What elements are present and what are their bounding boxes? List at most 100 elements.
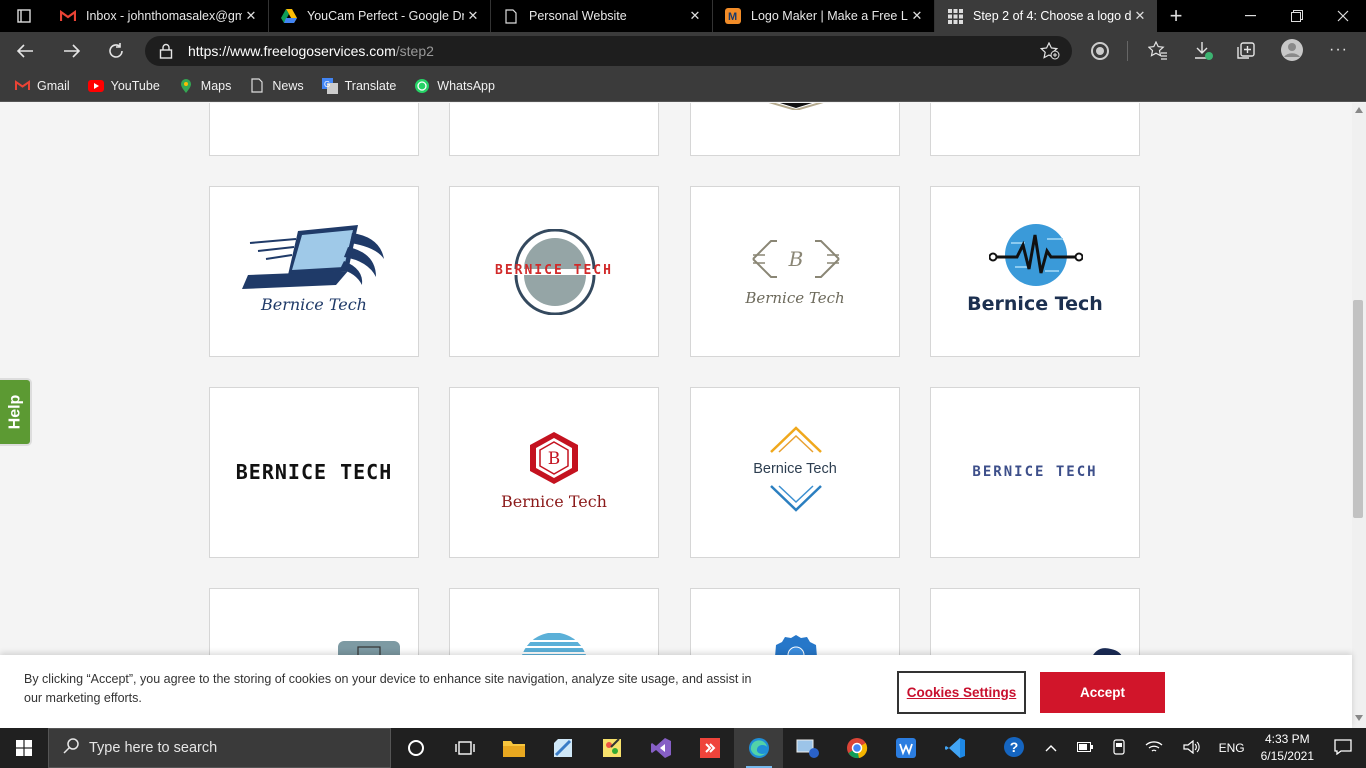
close-icon[interactable]: ✕ [1131,8,1149,24]
logo-card-monogram[interactable]: B Bernice Tech [690,186,900,357]
profile-avatar-icon[interactable] [1280,38,1304,65]
visual-studio-icon[interactable] [636,728,685,768]
logo-gallery: Bernice Tech BERNICE TECH B Bernice Tech… [0,103,1352,728]
add-favorite-icon[interactable] [1039,41,1060,63]
hexagon-logo-icon: B [530,432,578,484]
taskbar-search[interactable]: Type here to search [48,728,391,768]
search-icon [63,738,79,758]
chevron-down-logo-icon [770,485,822,512]
vscode-icon[interactable] [930,728,979,768]
close-icon[interactable]: ✕ [242,8,260,24]
paint-icon[interactable] [587,728,636,768]
accept-button[interactable]: Accept [1040,672,1165,713]
restore-icon[interactable] [1274,0,1320,32]
google-drive-icon [281,8,297,24]
logo-card[interactable] [449,103,659,156]
bookmark-news[interactable]: News [249,78,304,94]
wifi-icon[interactable] [1145,740,1163,757]
svg-text:?: ? [1009,739,1018,755]
logo-card[interactable] [690,103,900,156]
close-icon[interactable]: ✕ [908,8,926,24]
device-icon[interactable] [1112,738,1125,758]
scroll-down-icon[interactable] [1355,715,1363,721]
tab-logo-maker[interactable]: M Logo Maker | Make a Free Lo ✕ [713,0,935,32]
logo-text: BERNICE TECH [495,263,613,278]
translate-icon: G [321,77,338,94]
help-tab[interactable]: Help [0,378,32,446]
tab-google-drive[interactable]: YouCam Perfect - Google Driv ✕ [269,0,491,32]
clock[interactable]: 4:33 PM 6/15/2021 [1261,731,1314,765]
chevron-up-logo-icon [770,426,822,453]
logo-text: BERNICE TECH [235,460,393,484]
logo-card[interactable] [209,103,419,156]
logo-card-chevrons[interactable]: Bernice Tech [690,387,900,558]
chrome-icon[interactable] [832,728,881,768]
bookmark-youtube[interactable]: YouTube [87,78,160,94]
wps-writer-icon[interactable] [881,728,930,768]
logo-card[interactable] [930,103,1140,156]
tab-step2-active[interactable]: Step 2 of 4: Choose a logo de ✕ [935,0,1157,32]
laptop-logo-icon [242,225,384,289]
address-bar[interactable]: https://www.freelogoservices.com/step2 [145,36,1072,66]
grid-icon [947,8,963,24]
downloads-icon[interactable] [1194,41,1214,64]
heartbeat-logo-icon [989,224,1083,286]
battery-icon[interactable] [1076,741,1093,755]
svg-text:B: B [788,247,804,271]
more-menu-icon[interactable]: ··· [1329,41,1348,59]
forward-icon[interactable] [50,32,94,70]
refresh-icon[interactable] [94,32,138,70]
extension-icon[interactable] [1090,41,1110,64]
svg-text:G: G [324,80,330,89]
tab-personal-website[interactable]: Personal Website ✕ [491,0,713,32]
bookmarks-bar: Gmail YouTube Maps News G Translate Whats… [0,70,1366,102]
collections-icon[interactable] [1237,41,1257,64]
youtube-icon [87,78,104,94]
file-explorer-icon[interactable] [489,728,538,768]
browser-toolbar: https://www.freelogoservices.com/step2 ·… [0,32,1366,70]
volume-icon[interactable] [1182,739,1201,757]
chevron-up-icon[interactable] [1045,741,1057,755]
url-text[interactable]: https://www.freelogoservices.com/step2 [188,43,434,59]
edge-icon[interactable] [734,728,783,768]
browser-tab-bar: Inbox - johnthomasalex@gm ✕ YouCam Perfe… [0,0,1366,32]
lock-icon[interactable] [159,43,173,62]
logo-card-pulse[interactable]: Bernice Tech [930,186,1140,357]
cookies-settings-button[interactable]: Cookies Settings [897,671,1026,714]
bookmark-translate[interactable]: G Translate [321,77,396,94]
logo-card-stencil[interactable]: BERNICE TECH [209,387,419,558]
cookie-banner: By clicking “Accept”, you agree to the s… [0,655,1352,728]
logo-text: Bernice Tech [967,293,1103,315]
language-indicator[interactable]: ENG [1219,741,1245,755]
tab-gmail[interactable]: Inbox - johnthomasalex@gm ✕ [48,0,269,32]
favorites-icon[interactable] [1147,40,1168,64]
logo-card-outline-text[interactable]: BERNICE TECH [930,387,1140,558]
cortana-icon[interactable] [391,728,440,768]
windows-taskbar: Type here to search ? ENG 4:33 PM 6/15/2… [0,728,1366,768]
close-icon[interactable]: ✕ [686,8,704,24]
bookmark-maps[interactable]: Maps [178,78,231,94]
new-tab-icon[interactable]: + [1157,0,1195,32]
bookmark-gmail[interactable]: Gmail [14,78,70,94]
scroll-up-icon[interactable] [1355,107,1363,113]
bookmark-whatsapp[interactable]: WhatsApp [414,78,495,94]
scrollbar-thumb[interactable] [1353,300,1363,518]
window-close-icon[interactable] [1320,0,1366,32]
anydesk-icon[interactable] [685,728,734,768]
close-icon[interactable]: ✕ [464,8,482,24]
logo-card-laptop[interactable]: Bernice Tech [209,186,419,357]
notifications-icon[interactable] [1334,738,1352,758]
help-question-icon[interactable]: ? [1003,736,1025,761]
gmail-icon [60,8,76,24]
logo-card-circle[interactable]: BERNICE TECH [449,186,659,357]
back-icon[interactable] [0,32,50,70]
tab-actions-icon[interactable] [0,0,48,32]
remote-desktop-icon[interactable] [783,728,832,768]
notepad-icon[interactable] [538,728,587,768]
logo-text: Bernice Tech [501,492,607,511]
toolbar-divider [1127,41,1128,61]
logo-card-hexagon[interactable]: B Bernice Tech [449,387,659,558]
windows-start-icon[interactable] [0,728,48,768]
minimize-icon[interactable] [1228,0,1274,32]
task-view-icon[interactable] [440,728,489,768]
